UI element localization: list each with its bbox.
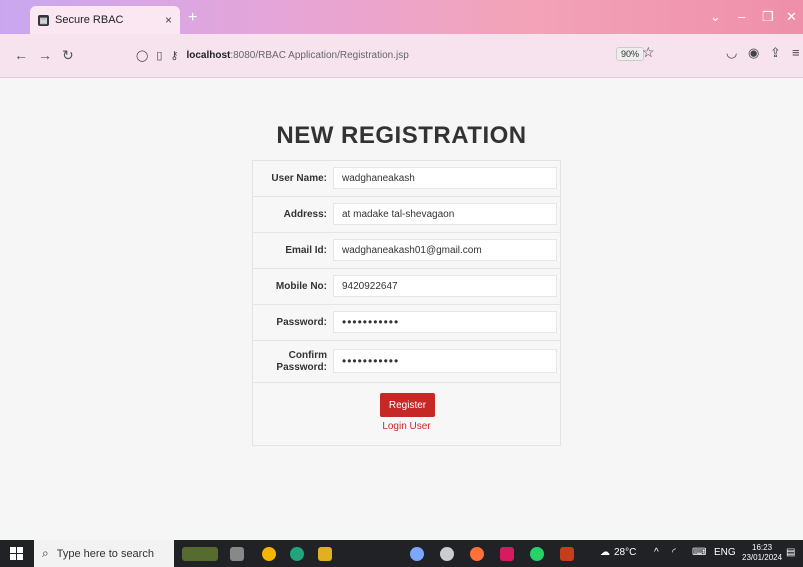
- page-content: NEW REGISTRATION User Name: Address: Ema…: [0, 78, 803, 540]
- password-label: Password:: [276, 316, 327, 328]
- username-input[interactable]: [333, 167, 557, 189]
- form-row-confirm-password: Confirm Password:: [253, 341, 560, 383]
- browser-navbar: ← → ↻ ◯ ▯ ⚷ localhost :8080/RBAC Applica…: [0, 34, 803, 78]
- notifications-icon[interactable]: ▤: [786, 547, 795, 558]
- password-input[interactable]: [333, 311, 557, 333]
- news-widget-icon[interactable]: [182, 547, 218, 561]
- mobile-input[interactable]: [333, 275, 557, 297]
- form-row-address: Address:: [253, 197, 560, 233]
- menu-icon[interactable]: ≡: [792, 45, 800, 60]
- clock-date: 23/01/2024: [742, 553, 783, 562]
- url-path: :8080/RBAC Application/Registration.jsp: [230, 49, 409, 61]
- zoom-badge[interactable]: 90%: [616, 47, 645, 61]
- search-icon: ⌕: [42, 546, 49, 560]
- keyboard-icon[interactable]: ⌨: [692, 547, 706, 558]
- close-icon[interactable]: ×: [165, 13, 172, 27]
- login-user-link[interactable]: Login User: [253, 421, 560, 432]
- address-label: Address:: [283, 208, 327, 220]
- page-title: NEW REGISTRATION: [276, 122, 527, 149]
- taskbar-search-placeholder: Type here to search: [56, 547, 154, 560]
- clock-time: 16:23: [752, 543, 773, 552]
- page-icon: ▯: [156, 49, 163, 62]
- form-row-username: User Name:: [253, 161, 560, 197]
- form-row-mobile: Mobile No:: [253, 269, 560, 305]
- taskbar-search[interactable]: ⌕ Type here to search: [34, 540, 174, 567]
- address-input[interactable]: [333, 203, 557, 225]
- minimize-icon[interactable]: –: [738, 9, 745, 24]
- settings-icon[interactable]: [440, 547, 454, 561]
- new-tab-button[interactable]: +: [188, 9, 197, 27]
- url-host: localhost: [186, 49, 231, 61]
- username-label: User Name:: [271, 172, 327, 184]
- bookmark-star-icon[interactable]: ☆: [642, 44, 655, 61]
- chrome-icon[interactable]: [262, 547, 276, 561]
- windows-start-icon[interactable]: [10, 547, 23, 560]
- app-icon-1[interactable]: [410, 547, 424, 561]
- language-indicator[interactable]: ENG: [714, 547, 736, 558]
- pocket-icon[interactable]: ◡: [726, 45, 737, 61]
- weather-icon[interactable]: ☁: [600, 547, 610, 558]
- form-actions: Register Login User: [253, 383, 560, 445]
- register-button[interactable]: Register: [380, 393, 435, 417]
- mobile-label: Mobile No:: [275, 280, 327, 292]
- task-view-icon[interactable]: [230, 547, 244, 561]
- shield-icon: ◯: [136, 49, 149, 62]
- whatsapp-icon[interactable]: [530, 547, 544, 561]
- app-favicon-icon: ▤: [38, 14, 49, 26]
- tab-title: Secure RBAC: [55, 14, 124, 26]
- taskbar-clock[interactable]: 16:23 23/01/2024: [742, 543, 782, 563]
- network-icon[interactable]: ◜: [672, 547, 676, 558]
- close-window-icon[interactable]: ✕: [786, 9, 797, 25]
- forward-icon[interactable]: →: [38, 47, 52, 63]
- extensions-icon[interactable]: ⇪: [770, 45, 781, 61]
- app-icon-2[interactable]: [500, 547, 514, 561]
- account-icon[interactable]: ◉: [748, 45, 759, 61]
- confirm-password-label: Confirm Password:: [253, 341, 327, 382]
- confirm-label-line1: Confirm: [288, 349, 327, 361]
- form-row-email: Email Id:: [253, 233, 560, 269]
- registration-form: User Name: Address: Email Id: Mobile No:…: [252, 160, 561, 446]
- email-label: Email Id:: [285, 244, 327, 256]
- confirm-label-line2: Password:: [276, 361, 327, 373]
- key-icon: ⚷: [170, 49, 179, 62]
- reload-icon[interactable]: ↻: [62, 47, 74, 64]
- back-icon[interactable]: ←: [14, 47, 28, 63]
- tray-chevron-icon[interactable]: ^: [654, 547, 659, 558]
- address-bar[interactable]: ◯ ▯ ⚷ localhost :8080/RBAC Application/R…: [136, 42, 626, 68]
- firefox-icon[interactable]: [470, 547, 484, 561]
- weather-temp[interactable]: 28°C: [614, 547, 636, 558]
- powerpoint-icon[interactable]: [560, 547, 574, 561]
- form-row-password: Password:: [253, 305, 560, 341]
- email-input[interactable]: [333, 239, 557, 261]
- windows-taskbar: ⌕ Type here to search ☁ 28°C ^ ◜ ⌨ ENG 1…: [0, 540, 803, 567]
- confirm-password-input[interactable]: [333, 349, 557, 373]
- browser-titlebar: ▤ Secure RBAC × + ⌄ – ❐ ✕: [0, 0, 803, 34]
- file-explorer-icon[interactable]: [318, 547, 332, 561]
- browser-tab[interactable]: ▤ Secure RBAC ×: [30, 6, 180, 34]
- edge-icon[interactable]: [290, 547, 304, 561]
- restore-icon[interactable]: ❐: [762, 9, 774, 25]
- tab-list-icon[interactable]: ⌄: [710, 9, 721, 25]
